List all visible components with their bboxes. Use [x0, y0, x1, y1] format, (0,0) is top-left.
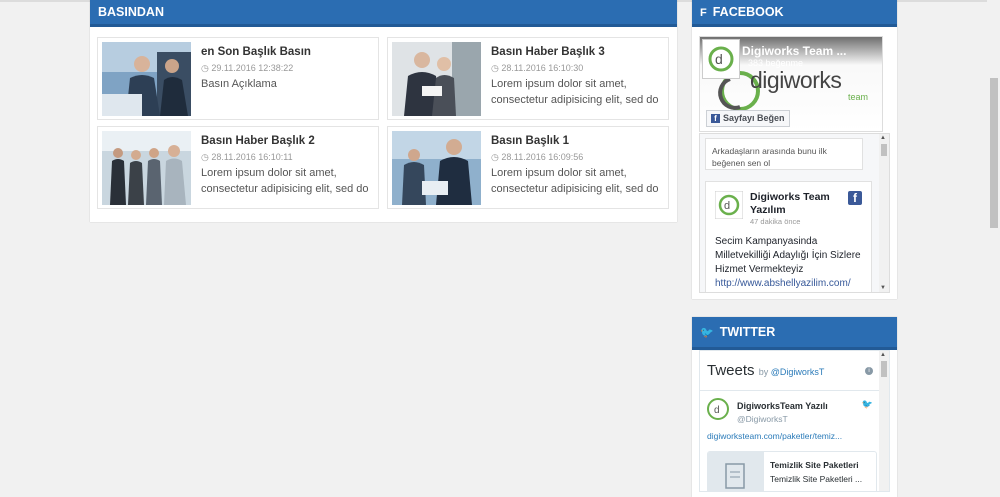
news-card-4[interactable]: Basın Başlık 1 ◷ 28.11.2016 16:09:56 Lor… — [387, 126, 669, 209]
svg-text:d: d — [714, 405, 720, 416]
facebook-scrollbar[interactable]: ▲ ▼ — [879, 134, 889, 292]
info-icon[interactable]: i — [865, 367, 873, 375]
twitter-bird-icon[interactable]: 🐦 — [862, 399, 873, 410]
facebook-feed[interactable]: Arkadaşların arasında bunu ilk beğenen s… — [699, 133, 890, 293]
news-card-1[interactable]: en Son Başlık Basın ◷ 29.11.2016 12:38:2… — [97, 37, 379, 120]
page-scrollbar-thumb[interactable] — [990, 78, 998, 228]
post-text: Secim Kampanyasinda Milletvekilliği Aday… — [715, 236, 861, 289]
news-date: ◷ 28.11.2016 16:10:30 — [491, 63, 584, 73]
twitter-scrollbar[interactable]: ▲ — [879, 351, 889, 491]
scrollbar-thumb[interactable] — [881, 361, 887, 377]
scroll-up-icon[interactable]: ▲ — [880, 352, 886, 358]
clock-icon: ◷ — [201, 152, 212, 162]
news-excerpt: Lorem ipsum dolor sit amet, consectetur … — [491, 167, 659, 195]
facebook-panel: f FACEBOOK d Digiworks Team ... 383 beğen… — [692, 0, 897, 299]
tweets-title: Tweets by @DigiworksT — [707, 362, 825, 379]
clock-icon: ◷ — [201, 63, 212, 73]
clock-icon: ◷ — [491, 152, 502, 162]
document-icon — [708, 452, 764, 491]
news-date: ◷ 28.11.2016 16:09:56 — [491, 152, 584, 162]
scrollbar-thumb[interactable] — [881, 144, 887, 156]
news-excerpt: Basın Açıklama — [201, 78, 277, 90]
news-excerpt: Lorem ipsum dolor sit amet, consectetur … — [201, 167, 369, 195]
tweet-username[interactable]: @DigiworksT — [737, 414, 788, 424]
news-panel: BASINDAN en Son Başlık Basın ◷ 29.11.201… — [90, 0, 677, 222]
logo-wordmark: digiworks — [750, 67, 842, 93]
tweet-author[interactable]: DigiworksTeam Yazılı — [737, 401, 828, 411]
twitter-heading: TWITTER — [719, 325, 776, 339]
card-description: Temizlik Site Paketleri ... — [770, 474, 863, 484]
twitter-timeline[interactable]: Tweets by @DigiworksT i d DigiworksTeam … — [699, 350, 890, 492]
post-link[interactable]: http://www.abshellyazilim.com/ — [715, 278, 851, 289]
scroll-up-icon[interactable]: ▲ — [880, 135, 886, 141]
news-thumbnail[interactable] — [392, 42, 481, 116]
facebook-icon: f — [700, 7, 707, 19]
twitter-bird-icon: 🐦 — [700, 327, 714, 339]
tweet-link[interactable]: digiworksteam.com/paketler/temiz... — [707, 431, 842, 441]
facebook-heading: FACEBOOK — [712, 5, 784, 19]
twitter-header: 🐦 TWITTER — [692, 317, 897, 350]
news-date: ◷ 29.11.2016 12:38:22 — [201, 63, 294, 73]
friends-notice: Arkadaşların arasında bunu ilk beğenen s… — [705, 138, 863, 170]
news-thumbnail[interactable] — [102, 131, 191, 205]
news-card-2[interactable]: Basın Haber Başlık 3 ◷ 28.11.2016 16:10:… — [387, 37, 669, 120]
scroll-down-icon[interactable]: ▼ — [880, 285, 886, 291]
news-date: ◷ 28.11.2016 16:10:11 — [201, 152, 293, 162]
news-heading: BASINDAN — [98, 5, 164, 19]
news-title[interactable]: Basın Haber Başlık 2 — [201, 135, 315, 147]
news-title[interactable]: en Son Başlık Basın — [201, 46, 311, 58]
post-avatar[interactable]: d — [715, 191, 743, 219]
news-thumbnail[interactable] — [392, 131, 481, 205]
facebook-f-icon: f — [711, 114, 720, 123]
news-card-3[interactable]: Basın Haber Başlık 2 ◷ 28.11.2016 16:10:… — [97, 126, 379, 209]
page-avatar[interactable]: d — [702, 39, 740, 79]
news-title[interactable]: Basın Haber Başlık 3 — [491, 46, 605, 58]
card-title[interactable]: Temizlik Site Paketleri — [770, 460, 859, 470]
news-thumbnail[interactable] — [102, 42, 191, 116]
post-time[interactable]: 47 dakika önce — [750, 217, 800, 226]
news-title[interactable]: Basın Başlık 1 — [491, 135, 569, 147]
twitter-handle-link[interactable]: @DigiworksT — [771, 367, 825, 377]
news-excerpt: Lorem ipsum dolor sit amet, consectetur … — [491, 78, 659, 106]
logo-team: team — [848, 92, 869, 102]
like-page-button[interactable]: f Sayfayı Beğen — [706, 110, 790, 127]
facebook-header: f FACEBOOK — [692, 0, 897, 27]
facebook-logo-icon[interactable]: f — [848, 191, 862, 205]
page-name[interactable]: Digiworks Team ... — [742, 44, 846, 58]
news-header: BASINDAN — [90, 0, 677, 27]
facebook-cover[interactable]: d Digiworks Team ... 383 beğenme digiwor… — [699, 36, 883, 132]
divider — [700, 390, 879, 391]
page-scrollbar[interactable] — [987, 0, 1000, 486]
tweet-avatar[interactable]: d — [707, 398, 729, 420]
svg-text:d: d — [715, 51, 723, 67]
twitter-panel: 🐦 TWITTER Tweets by @DigiworksT i d Digiw… — [692, 317, 897, 497]
svg-text:d: d — [724, 200, 730, 212]
post-author[interactable]: Digiworks Team Yazılım — [750, 191, 840, 217]
clock-icon: ◷ — [491, 63, 502, 73]
facebook-post[interactable]: d Digiworks Team Yazılım 47 dakika önce … — [705, 181, 872, 292]
